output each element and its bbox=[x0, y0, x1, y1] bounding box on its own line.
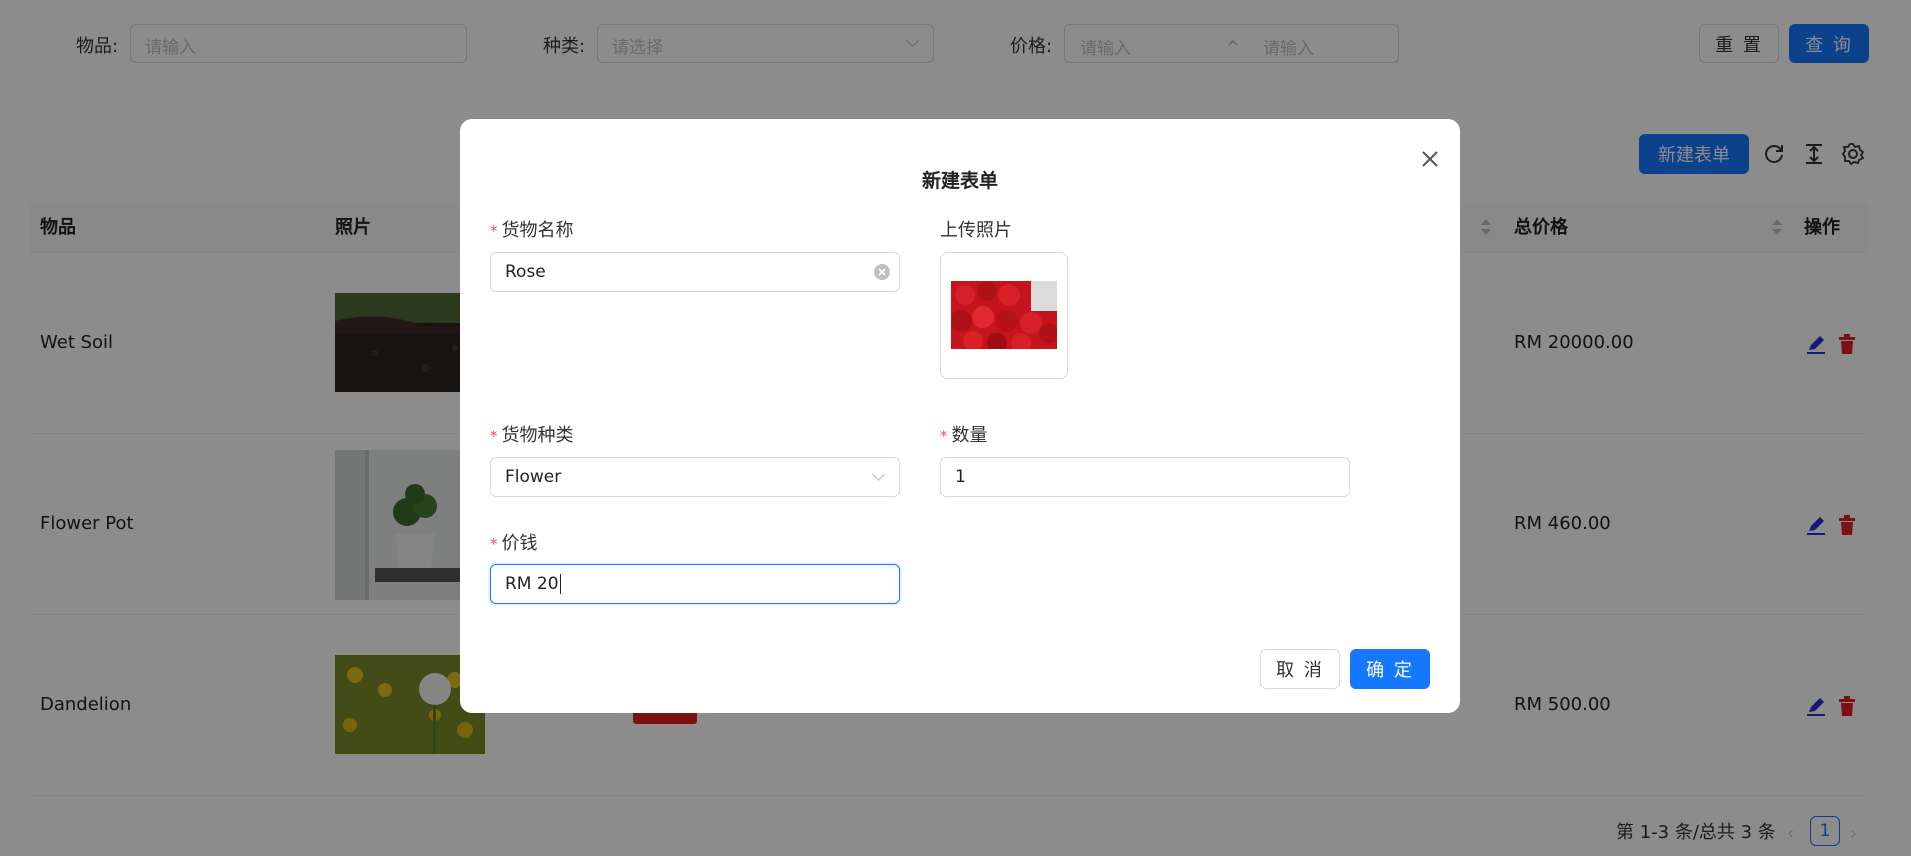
required-mark: * bbox=[490, 535, 498, 553]
text-cursor bbox=[559, 574, 561, 594]
dialog-title: 新建表单 bbox=[921, 170, 998, 192]
confirm-button[interactable]: 确 定 bbox=[1350, 649, 1430, 689]
clear-icon[interactable] bbox=[874, 264, 890, 280]
quantity-input[interactable]: 1 bbox=[940, 457, 1350, 497]
chevron-down-icon bbox=[872, 468, 885, 481]
price-field-label: * 价钱 bbox=[490, 533, 538, 554]
quantity-input-value: 1 bbox=[955, 467, 966, 487]
price-input[interactable]: RM 20 bbox=[490, 564, 900, 604]
required-mark: * bbox=[940, 427, 948, 445]
required-mark: * bbox=[490, 222, 498, 240]
name-input[interactable]: Rose bbox=[490, 252, 900, 292]
category-select-value: Flower bbox=[505, 467, 562, 487]
name-field-label: * 货物名称 bbox=[490, 220, 574, 241]
quantity-field-label: * 数量 bbox=[940, 425, 988, 446]
uploaded-rose-photo bbox=[951, 281, 1057, 349]
new-form-dialog: 新建表单 *货物名称 Rose 上传照片 *货物种类 Flower *数量 bbox=[460, 119, 1460, 713]
photo-upload-card[interactable] bbox=[940, 252, 1068, 379]
cancel-button[interactable]: 取 消 bbox=[1260, 649, 1340, 689]
required-mark: * bbox=[490, 427, 498, 445]
category-field-label: * 货物种类 bbox=[490, 425, 574, 446]
price-input-value: RM 20 bbox=[505, 574, 559, 594]
photo-field-label: 上传照片 bbox=[940, 220, 1012, 241]
category-select[interactable]: Flower bbox=[490, 457, 900, 497]
name-input-value: Rose bbox=[505, 262, 546, 282]
